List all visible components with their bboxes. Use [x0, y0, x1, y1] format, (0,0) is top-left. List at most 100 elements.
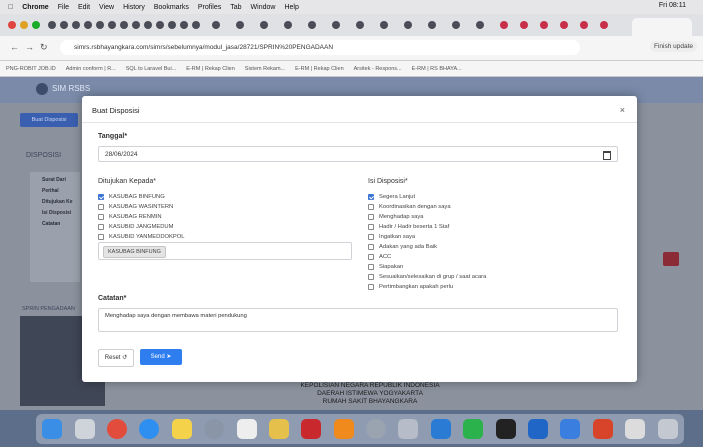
- tab-favicon[interactable]: [96, 21, 104, 29]
- apple-icon[interactable]: : [8, 4, 13, 11]
- menu-window[interactable]: Window: [251, 4, 276, 11]
- tab-favicon[interactable]: [500, 21, 508, 29]
- checkbox[interactable]: [368, 234, 374, 240]
- notes-icon[interactable]: [171, 419, 192, 439]
- tab-favicon[interactable]: [180, 21, 188, 29]
- selected-tag[interactable]: KASUBAG BINFUNG: [103, 246, 166, 258]
- tab-favicon[interactable]: [308, 21, 316, 29]
- tab-favicon[interactable]: [428, 21, 436, 29]
- tab-favicon[interactable]: [84, 21, 92, 29]
- tab-favicon[interactable]: [168, 21, 176, 29]
- checkbox[interactable]: [368, 244, 374, 250]
- tab-favicon[interactable]: [404, 21, 412, 29]
- tab-favicon[interactable]: [72, 21, 80, 29]
- menu-file[interactable]: File: [58, 4, 69, 11]
- checkbox-row[interactable]: KASUBAG BINFUNG: [98, 192, 185, 202]
- tab-favicon[interactable]: [60, 21, 68, 29]
- stack-icon[interactable]: [268, 419, 289, 439]
- bookmark-item[interactable]: E-RM | RS BHAYA...: [412, 66, 462, 72]
- reset-button[interactable]: Reset ↺: [98, 349, 134, 367]
- calendar-icon[interactable]: [603, 151, 611, 160]
- office-icon[interactable]: [592, 419, 613, 439]
- nav-buttons[interactable]: ←→↻: [10, 42, 54, 53]
- address-bar[interactable]: simrs.rsbhayangkara.com/simrs/sebelumnya…: [60, 40, 580, 55]
- active-tab[interactable]: [632, 18, 692, 36]
- close-icon[interactable]: ×: [620, 105, 625, 115]
- app-store-icon[interactable]: [560, 419, 581, 439]
- tab-favicon[interactable]: [48, 21, 56, 29]
- menu-help[interactable]: Help: [284, 4, 298, 11]
- tab-favicon[interactable]: [236, 21, 244, 29]
- tab-favicon[interactable]: [476, 21, 484, 29]
- safari-icon[interactable]: [139, 419, 160, 439]
- vlc-icon[interactable]: [333, 419, 354, 439]
- tab-favicon[interactable]: [520, 21, 528, 29]
- checkbox-row[interactable]: Adakan yang ada Baik: [368, 242, 486, 252]
- trash-icon[interactable]: [657, 419, 678, 439]
- profile-button[interactable]: Finish update: [650, 41, 698, 52]
- checkbox-row[interactable]: KASUBAG RENMIN: [98, 212, 185, 222]
- zoom-window-button[interactable]: [32, 21, 40, 29]
- menu-app[interactable]: Chrome: [22, 4, 48, 11]
- checkbox[interactable]: [98, 214, 104, 220]
- checkbox-row[interactable]: Pertimbangkan apakah perlu: [368, 282, 486, 292]
- checkbox-checked[interactable]: [368, 194, 374, 200]
- app-icon[interactable]: [398, 419, 419, 439]
- menu-view[interactable]: View: [99, 4, 114, 11]
- tab-favicon[interactable]: [600, 21, 608, 29]
- delete-button[interactable]: [663, 252, 679, 266]
- vscode-icon[interactable]: [430, 419, 451, 439]
- tab-favicon[interactable]: [132, 21, 140, 29]
- menu-bookmarks[interactable]: Bookmarks: [154, 4, 189, 11]
- catatan-textarea[interactable]: Menghadap saya dengan membawa materi pen…: [98, 308, 618, 332]
- tab-favicon[interactable]: [332, 21, 340, 29]
- tab-favicon[interactable]: [192, 21, 200, 29]
- checkbox-row[interactable]: Hadir / Hadir beserta 1 Staf: [368, 222, 486, 232]
- chrome-icon[interactable]: [106, 419, 127, 439]
- tanggal-input[interactable]: 28/06/2024: [98, 146, 618, 162]
- finder-icon[interactable]: [42, 419, 63, 439]
- menu-profiles[interactable]: Profiles: [198, 4, 221, 11]
- close-window-button[interactable]: [8, 21, 16, 29]
- ditujukan-select[interactable]: KASUBAG BINFUNG: [98, 242, 352, 260]
- checkbox-row[interactable]: KASUBID YANMEDDOKPOL: [98, 232, 185, 242]
- checkbox-row[interactable]: Sesuaikan/selesaikan di grup / saat acar…: [368, 272, 486, 282]
- filezilla-icon[interactable]: [301, 419, 322, 439]
- checkbox-row[interactable]: Koordinasikan dengan saya: [368, 202, 486, 212]
- tab-favicon[interactable]: [580, 21, 588, 29]
- tab-favicon[interactable]: [260, 21, 268, 29]
- app-logo[interactable]: SIM RSBS: [36, 83, 90, 95]
- checkbox[interactable]: [368, 204, 374, 210]
- tab-favicon[interactable]: [284, 21, 292, 29]
- checkbox[interactable]: [368, 254, 374, 260]
- tab-favicon[interactable]: [452, 21, 460, 29]
- checkbox-row[interactable]: Ingatkan saya: [368, 232, 486, 242]
- checkbox-row[interactable]: Siapakan: [368, 262, 486, 272]
- menu-edit[interactable]: Edit: [78, 4, 90, 11]
- outlook-icon[interactable]: [528, 419, 549, 439]
- tab-favicon[interactable]: [212, 21, 220, 29]
- bookmark-item[interactable]: SQL to Laravel Bui...: [126, 66, 177, 72]
- terminal-icon[interactable]: [495, 419, 516, 439]
- send-button[interactable]: Send ➤: [140, 349, 182, 365]
- menu-history[interactable]: History: [123, 4, 145, 11]
- checkbox[interactable]: [98, 224, 104, 230]
- checkbox[interactable]: [368, 274, 374, 280]
- checkbox[interactable]: [98, 234, 104, 240]
- bookmark-item[interactable]: PNG-ROBIT JOB.ID: [6, 66, 56, 72]
- tab-favicon[interactable]: [144, 21, 152, 29]
- settings-icon[interactable]: [366, 419, 387, 439]
- pages-icon[interactable]: [236, 419, 257, 439]
- menu-tab[interactable]: Tab: [230, 4, 241, 11]
- minimize-window-button[interactable]: [20, 21, 28, 29]
- checkbox[interactable]: [98, 204, 104, 210]
- checkbox-checked[interactable]: [98, 194, 104, 200]
- checkbox[interactable]: [368, 264, 374, 270]
- checkbox-row[interactable]: KASUBAG WASINTERN: [98, 202, 185, 212]
- tab-favicon[interactable]: [356, 21, 364, 29]
- checkbox-row[interactable]: ACC: [368, 252, 486, 262]
- checkbox[interactable]: [368, 284, 374, 290]
- launchpad-icon[interactable]: [74, 419, 95, 439]
- checkbox-row[interactable]: KASUBID JANGMEDUM: [98, 222, 185, 232]
- whatsapp-icon[interactable]: [463, 419, 484, 439]
